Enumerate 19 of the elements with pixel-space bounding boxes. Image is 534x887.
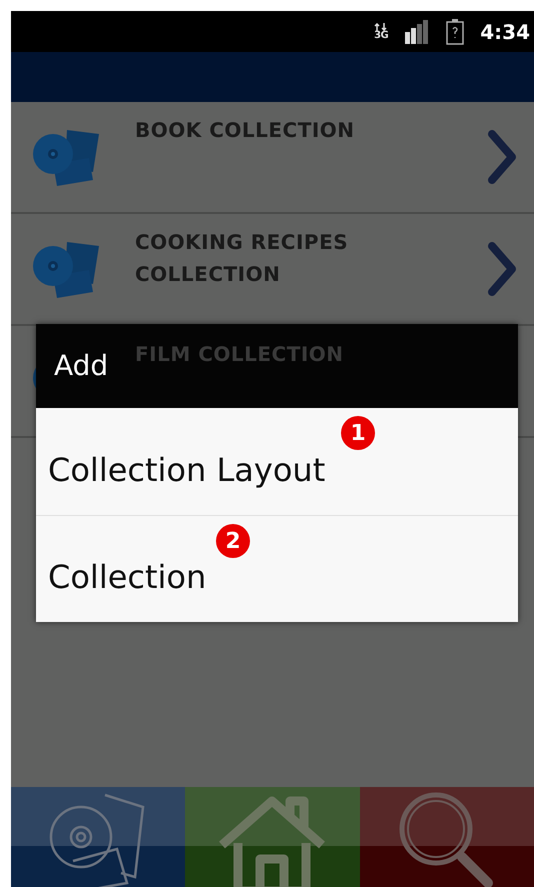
collections-tab[interactable] <box>11 787 186 887</box>
data-arrows-icon <box>374 22 388 30</box>
chevron-right-icon <box>486 128 518 186</box>
menu-item-label: Collection <box>48 557 206 598</box>
menu-item[interactable]: Collection Layout 1 <box>36 408 518 515</box>
number-badge: 1 <box>341 416 375 450</box>
collection-title: BOOK COLLECTION <box>135 117 356 144</box>
menu-item[interactable]: Collection 2 <box>36 515 518 622</box>
network-type: 3G <box>374 30 388 40</box>
search-tab[interactable] <box>360 787 534 887</box>
clock: 4:34 <box>480 18 530 46</box>
signal-icon <box>404 20 430 44</box>
chevron-right-icon <box>486 240 518 298</box>
dialog-title: Add <box>54 348 108 384</box>
home-tab[interactable] <box>185 787 360 887</box>
menu-item-label: Collection Layout <box>48 450 326 490</box>
collection-title: COOKING RECIPES COLLECTION <box>135 229 350 288</box>
number-badge: 2 <box>216 524 250 558</box>
battery-icon <box>446 18 464 44</box>
